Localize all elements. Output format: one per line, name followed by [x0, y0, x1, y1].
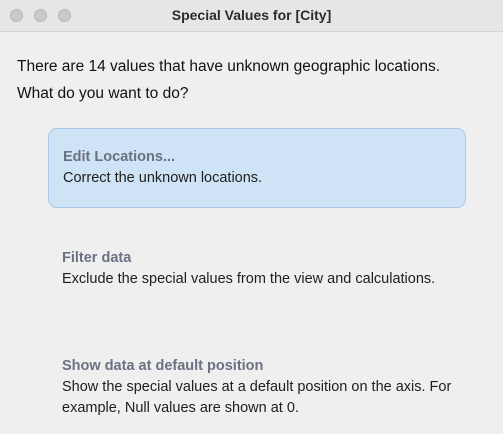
prompt-text: There are 14 values that have unknown ge…: [17, 53, 503, 107]
option-title: Filter data: [62, 250, 132, 266]
option-description: Correct the unknown locations.: [63, 170, 263, 186]
dialog-content: There are 14 values that have unknown ge…: [0, 32, 503, 434]
option-show-default-position[interactable]: Show data at default position Show the s…: [48, 338, 466, 434]
option-edit-locations[interactable]: Edit Locations... Correct the unknown lo…: [48, 128, 466, 208]
prompt-line-2: What do you want to do?: [17, 85, 189, 102]
option-description: Exclude the special values from the view…: [62, 271, 436, 287]
option-description: Show the special values at a default pos…: [62, 379, 452, 416]
option-title: Edit Locations...: [63, 149, 175, 165]
window-title: Special Values for [City]: [171, 7, 332, 23]
prompt-line-1: There are 14 values that have unknown ge…: [17, 58, 441, 75]
option-filter-data[interactable]: Filter data Exclude the special values f…: [48, 230, 466, 310]
option-title: Show data at default position: [62, 358, 264, 374]
title-bar: Special Values for [City]: [0, 0, 503, 32]
